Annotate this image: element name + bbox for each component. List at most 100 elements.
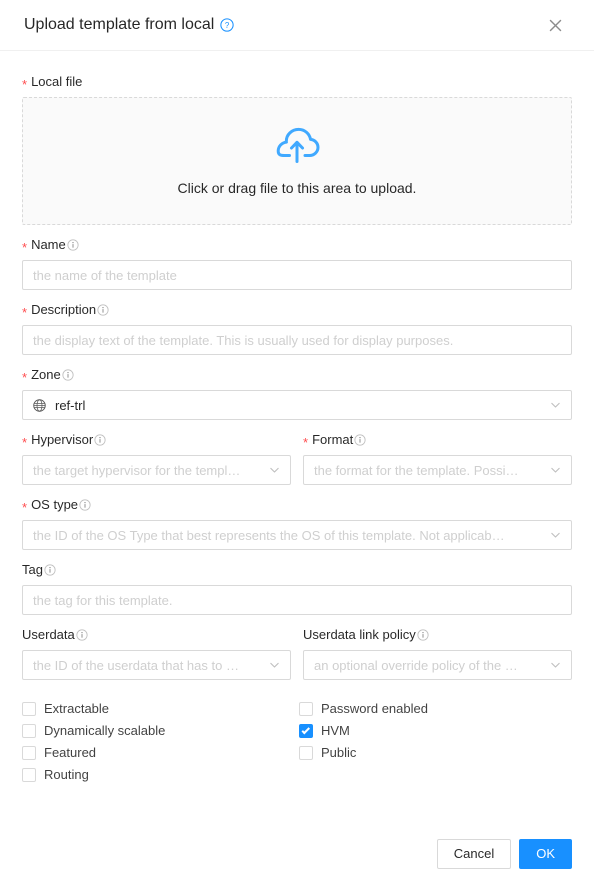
svg-text:?: ?	[225, 21, 230, 30]
info-circle-icon[interactable]	[94, 434, 106, 446]
label-text: Userdata	[22, 627, 75, 642]
required-indicator: *	[22, 369, 28, 385]
file-upload-dropzone[interactable]: Click or drag file to this area to uploa…	[22, 97, 572, 225]
hypervisor-select-value: the target hypervisor for the templ…	[33, 462, 241, 478]
checkbox-label: Routing	[44, 767, 89, 782]
hypervisor-select[interactable]: the target hypervisor for the templ…	[22, 455, 291, 485]
format-select[interactable]: the format for the template. Possi…	[303, 455, 572, 485]
question-circle-icon[interactable]: ?	[220, 18, 234, 32]
checkbox-password-enabled[interactable]: Password enabled	[299, 698, 576, 720]
checkbox-box[interactable]	[299, 746, 313, 760]
required-indicator: *	[22, 304, 28, 320]
checkbox-box[interactable]	[22, 724, 36, 738]
label-text: Format	[312, 432, 354, 447]
field-userdata: Userdata the ID of the userdata that has…	[22, 624, 291, 680]
checkbox-column-right: Password enabled HVM Public	[299, 698, 576, 786]
chevron-down-icon	[550, 660, 561, 671]
userdata-select[interactable]: the ID of the userdata that has to …	[22, 650, 291, 680]
info-circle-icon[interactable]	[76, 629, 88, 641]
label-zone: * Zone	[22, 364, 572, 386]
os-type-select-value: the ID of the OS Type that best represen…	[33, 527, 505, 543]
chevron-down-icon	[550, 530, 561, 541]
name-input[interactable]	[22, 260, 572, 290]
required-indicator: *	[22, 239, 28, 255]
checkbox-extractable[interactable]: Extractable	[22, 698, 299, 720]
userdata-link-policy-select-value: an optional override policy of the …	[314, 657, 518, 673]
checkbox-box[interactable]	[22, 768, 36, 782]
required-indicator: *	[22, 499, 28, 515]
ok-button[interactable]: OK	[519, 839, 572, 869]
field-description: * Description	[22, 299, 572, 355]
label-text: Name	[31, 237, 66, 252]
zone-select[interactable]: ref-trl	[22, 390, 572, 420]
label-name: * Name	[22, 234, 572, 256]
checkbox-public[interactable]: Public	[299, 742, 576, 764]
info-circle-icon[interactable]	[79, 499, 91, 511]
tag-input[interactable]	[22, 585, 572, 615]
field-os-type: * OS type the ID of the OS Type that bes…	[22, 494, 572, 550]
label-text: Hypervisor	[31, 432, 94, 447]
label-hypervisor: * Hypervisor	[22, 429, 291, 451]
globe-icon	[33, 398, 46, 412]
label-tag: Tag	[22, 559, 572, 581]
info-circle-icon[interactable]	[417, 629, 429, 641]
checkbox-box[interactable]	[299, 702, 313, 716]
label-userdata-link-policy: Userdata link policy	[303, 624, 572, 646]
info-circle-icon[interactable]	[62, 369, 74, 381]
label-userdata: Userdata	[22, 624, 291, 646]
checkbox-label: Extractable	[44, 701, 110, 716]
info-circle-icon[interactable]	[44, 564, 56, 576]
field-tag: Tag	[22, 559, 572, 615]
description-input[interactable]	[22, 325, 572, 355]
label-text: Userdata link policy	[303, 627, 416, 642]
dialog-title-text: Upload template from local	[24, 16, 215, 33]
checkbox-dynamically-scalable[interactable]: Dynamically scalable	[22, 720, 299, 742]
cancel-button[interactable]: Cancel	[436, 839, 512, 869]
field-zone: * Zone ref-trl	[22, 364, 572, 420]
checkbox-routing[interactable]: Routing	[22, 764, 299, 786]
dialog-body: * Local file Click or drag file to this …	[0, 51, 594, 786]
zone-select-value: ref-trl	[55, 397, 86, 413]
checkbox-box[interactable]	[22, 702, 36, 716]
hypervisor-format-row: * Hypervisor the target hypervisor for t…	[22, 429, 572, 485]
checkbox-label: HVM	[321, 723, 350, 738]
chevron-down-icon	[269, 660, 280, 671]
label-text: Zone	[31, 367, 61, 382]
label-text: Description	[31, 302, 97, 317]
chevron-down-icon	[550, 400, 561, 411]
checkbox-column-left: Extractable Dynamically scalable Feature…	[22, 698, 299, 786]
info-circle-icon[interactable]	[97, 304, 109, 316]
info-circle-icon[interactable]	[67, 239, 79, 251]
checkbox-label: Public	[321, 745, 357, 760]
chevron-down-icon	[269, 465, 280, 476]
dialog-header: Upload template from local ?	[0, 0, 594, 51]
close-icon[interactable]	[530, 0, 580, 51]
label-description: * Description	[22, 299, 572, 321]
field-hypervisor: * Hypervisor the target hypervisor for t…	[22, 429, 291, 485]
format-select-value: the format for the template. Possi…	[314, 462, 519, 478]
required-indicator: *	[303, 434, 309, 450]
upload-template-dialog: Upload template from local ? * Local fil…	[0, 0, 594, 890]
dropzone-text: Click or drag file to this area to uploa…	[177, 180, 417, 196]
field-local-file: * Local file Click or drag file to this …	[22, 71, 572, 225]
info-circle-icon[interactable]	[354, 434, 366, 446]
checkbox-label: Password enabled	[321, 701, 428, 716]
checkbox-box[interactable]	[299, 724, 313, 738]
checkbox-column-spacer	[299, 764, 576, 786]
checkbox-featured[interactable]: Featured	[22, 742, 299, 764]
label-text: OS type	[31, 497, 79, 512]
dialog-title: Upload template from local ?	[24, 14, 234, 36]
userdata-select-value: the ID of the userdata that has to …	[33, 657, 239, 673]
checkbox-hvm[interactable]: HVM	[299, 720, 576, 742]
checkbox-box[interactable]	[22, 746, 36, 760]
options-checkbox-group: Extractable Dynamically scalable Feature…	[22, 698, 572, 786]
cloud-upload-icon	[273, 125, 321, 165]
required-indicator: *	[22, 434, 28, 450]
label-os-type: * OS type	[22, 494, 572, 516]
userdata-link-policy-select[interactable]: an optional override policy of the …	[303, 650, 572, 680]
userdata-row: Userdata the ID of the userdata that has…	[22, 624, 572, 680]
checkbox-label: Featured	[44, 745, 97, 760]
label-text: Local file	[31, 74, 83, 89]
required-indicator: *	[22, 76, 28, 92]
os-type-select[interactable]: the ID of the OS Type that best represen…	[22, 520, 572, 550]
